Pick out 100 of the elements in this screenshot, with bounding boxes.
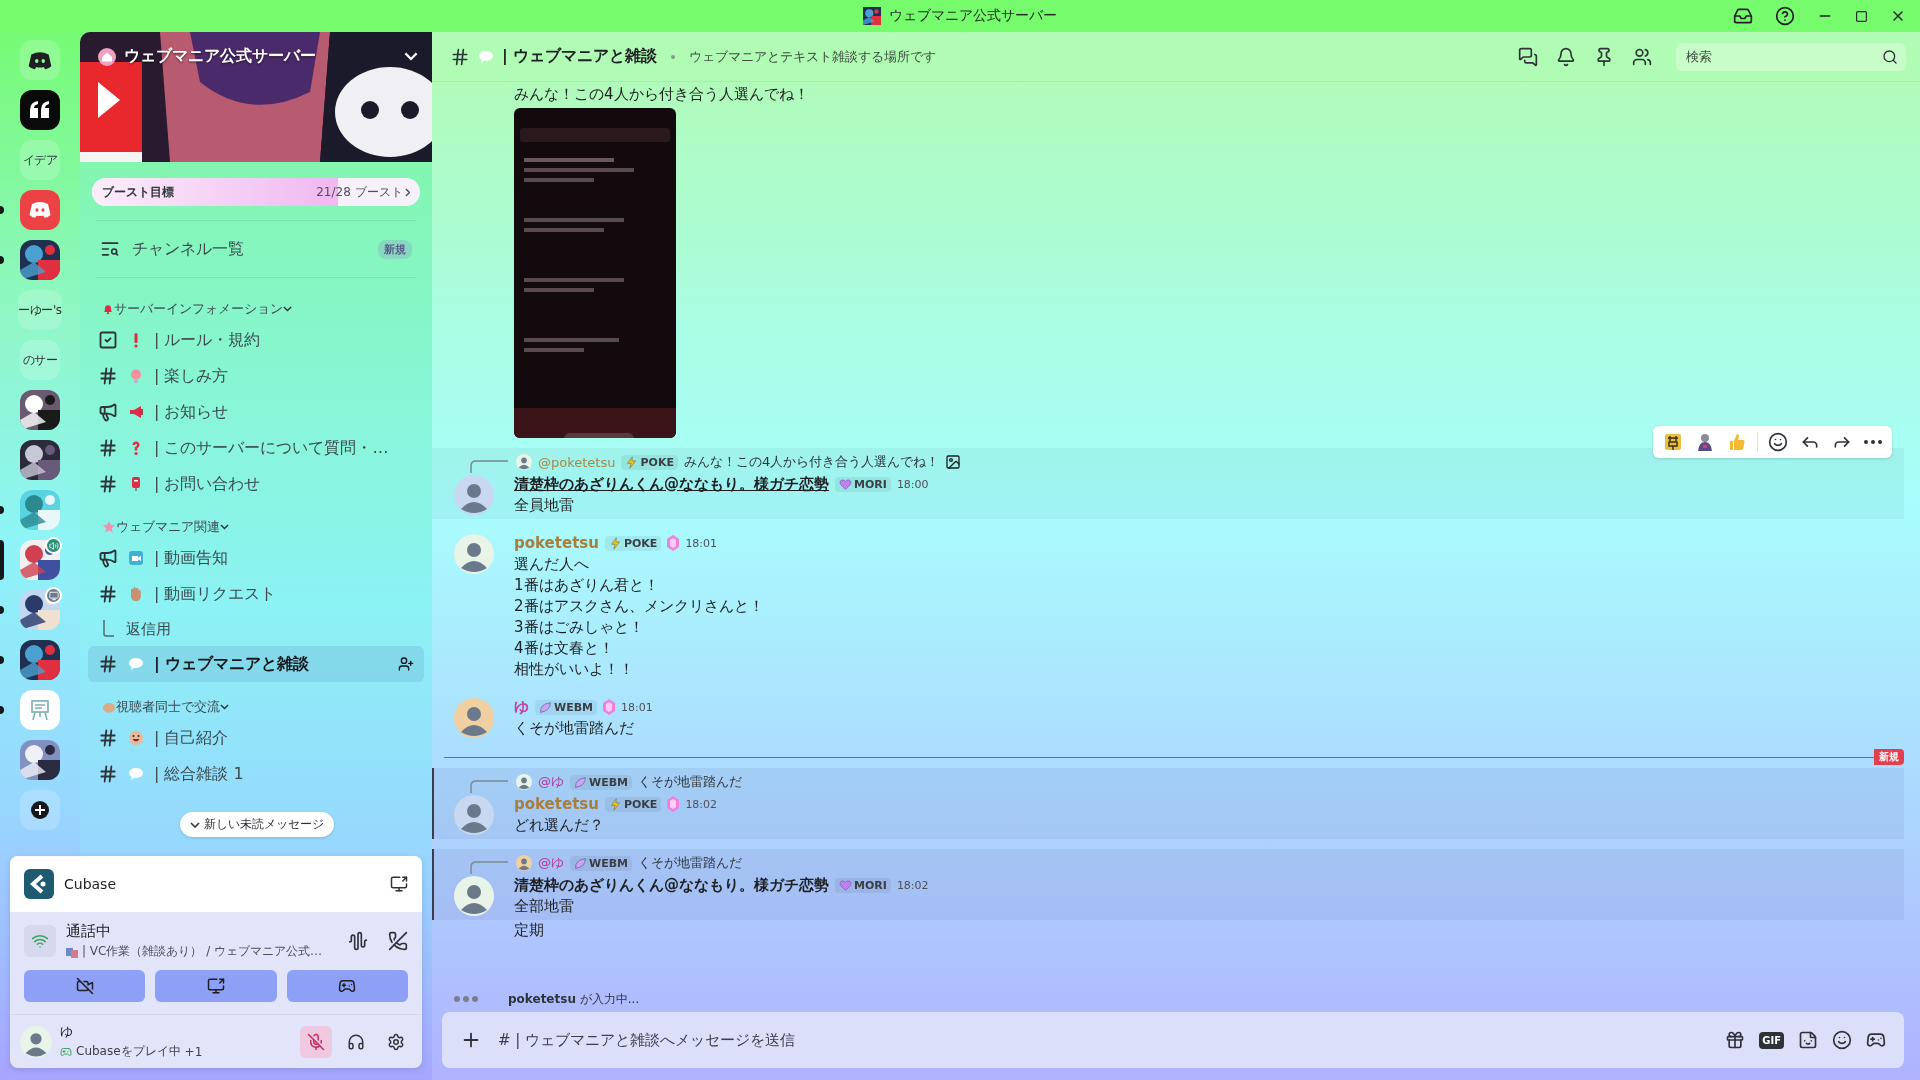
server-button[interactable] [20,540,60,580]
reply-text: くそが地雷踏んだ [638,854,742,872]
speech-bubble-icon [128,766,144,782]
sticker-icon [1798,1030,1818,1050]
disconnect-icon[interactable] [388,931,408,951]
new-badge: 新規 [378,239,412,259]
server-button[interactable] [20,90,60,130]
channel-item[interactable]: | ルール・規約 [88,322,424,358]
settings-icon [387,1032,405,1051]
server-button[interactable] [20,590,60,630]
pin-icon[interactable] [1594,46,1614,67]
help-icon[interactable] [1775,6,1795,26]
timestamp: 18:00 [896,477,929,491]
screen-share-icon[interactable] [390,875,408,893]
chevron-right-icon [404,187,410,197]
thumbs-up-icon [1727,432,1747,452]
server-button[interactable]: ーゆー's [18,290,62,330]
thread-line [102,620,116,638]
gif-button[interactable]: GIF [1759,1031,1784,1049]
avatar [516,454,532,470]
author-name[interactable]: 清楚枠のあざりんくん@ななもり。様ガチ恋勢 [514,875,829,895]
channel-item[interactable]: | ウェブマニアと雑談 [88,646,424,682]
category-header[interactable]: 視聴者同士で交流 [116,698,220,716]
server-button[interactable] [20,740,60,780]
server-button[interactable] [20,440,60,480]
gift-icon [1725,1030,1746,1050]
channel-topic: ウェブマニアとテキスト雑談する場所です [689,47,937,66]
channel-item[interactable]: | お問い合わせ [88,466,424,502]
channel-item[interactable]: | 動画リクエスト [88,576,424,612]
discord-logo-icon [27,49,53,71]
emoji-button[interactable] [1832,1030,1852,1050]
server-button[interactable] [20,640,60,680]
more-button[interactable] [1862,438,1884,446]
members-icon[interactable] [1632,46,1652,67]
server-button[interactable] [20,40,60,80]
app-icon [24,869,54,899]
channel-item[interactable]: | 動画告知 [88,540,424,576]
hash-icon [98,654,118,674]
channel-browser-item[interactable]: チャンネル一覧 新規 [80,227,432,271]
hash-icon [98,474,118,494]
sticker-button[interactable] [1798,1030,1818,1050]
checkbox-icon [98,330,118,350]
channel-item[interactable]: | このサーバーについて質問・… [88,430,424,466]
search-field[interactable]: 検索 [1676,42,1906,71]
camera-button[interactable] [24,970,146,1002]
reply-author: @ゆ [538,854,564,872]
message-text: 定期 [514,920,544,941]
server-button[interactable] [20,240,60,280]
chevron-down-icon [220,524,229,530]
bell-icon[interactable] [1556,46,1576,67]
channel-item[interactable]: | 楽しみ方 [88,358,424,394]
leaf-icon [574,856,587,870]
server-button[interactable]: イデア [20,140,60,180]
server-button[interactable]: のサー [20,340,60,380]
role-tag: MORI [835,877,891,893]
message-input[interactable]: # | ウェブマニアと雑談へメッセージを送信 [496,1030,1712,1050]
leaf-icon [574,775,587,789]
category-header[interactable]: ウェブマニア関連 [116,518,220,536]
boost-progress-bar[interactable]: ブースト目標 21/28 ブースト [92,178,420,206]
reply-author: @ゆ [538,773,564,791]
channel-item[interactable]: | 総合雑談 1 [88,756,424,792]
search-input[interactable]: 検索 [1684,48,1882,65]
channel-item[interactable]: | 自己紹介 [88,720,424,756]
channel-item[interactable]: | お知らせ [88,394,424,430]
channel-emoji-icon [66,945,78,958]
boost-label: ブースト目標 [102,183,174,201]
video-camera-icon [128,550,144,566]
inbox-icon[interactable] [1733,6,1753,26]
avatar [20,1025,52,1058]
message-text: 4番は文春と！ [514,638,614,659]
role-tag: MORI [835,476,891,492]
category-header[interactable]: サーバーインフォメーション [114,300,283,318]
activity-button[interactable] [1866,1030,1886,1050]
hash-icon [98,764,118,784]
lightbulb-icon [128,368,144,384]
server-button[interactable] [20,390,60,430]
person-icon [1695,432,1715,452]
kanji-sign-icon [1663,432,1683,452]
add-server-button[interactable] [20,790,60,830]
message-text: どれ選んだ？ [514,815,604,836]
mute-button[interactable] [300,1025,332,1058]
add-reaction-button[interactable] [1766,430,1790,454]
voice-channel: | VC作業（雑談あり） / ウェブマニア公式… [82,943,323,960]
thread-item[interactable]: 返信用 [88,612,424,646]
role-tag: WEBM [570,855,632,871]
role-tag: POKE [604,796,662,812]
screen-share-button[interactable] [155,970,277,1002]
message-field[interactable]: # | ウェブマニアと雑談へメッセージを送信 GIF [442,1012,1904,1068]
author-name[interactable]: 清楚枠のあざりんくん@ななもり。様ガチ恋勢 [514,474,829,494]
timestamp: 18:02 [685,797,718,811]
gift-button[interactable] [1725,1030,1746,1050]
message-text: 1番はあざりん君と！ [514,575,659,596]
threads-icon[interactable] [1518,46,1538,67]
noise-suppression-icon[interactable] [348,931,368,951]
reply-connector [470,861,508,874]
avatar [454,534,494,574]
maximize-icon[interactable] [1855,9,1868,23]
home-icon [98,47,116,66]
unread-messages-pill[interactable]: 新しい未読メッセージ [180,812,334,837]
gamepad-icon [338,977,357,995]
